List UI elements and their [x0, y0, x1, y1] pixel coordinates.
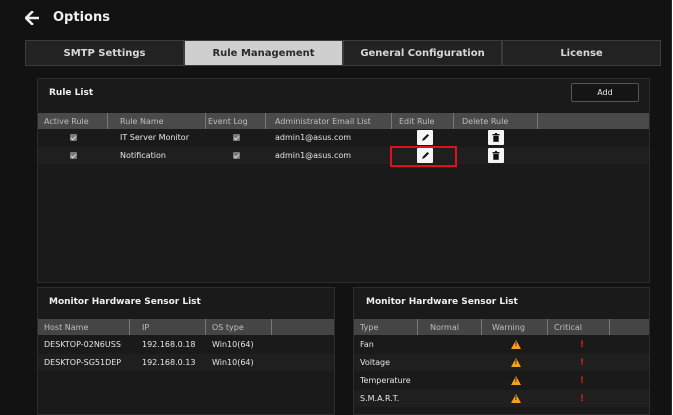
sensor-type: Fan	[360, 340, 374, 349]
active-rule-checkbox[interactable]	[70, 134, 77, 141]
column-header: IP	[142, 319, 206, 335]
table-row[interactable]: DESKTOP-02N6USS 192.168.0.18 Win10(64)	[38, 336, 334, 353]
critical-icon: !	[580, 393, 585, 404]
email-list: admin1@asus.com	[275, 133, 352, 142]
column-header: Rule Name	[120, 113, 206, 129]
column-header: OS type	[212, 319, 272, 335]
tab-smtp-settings[interactable]: SMTP Settings	[25, 40, 184, 66]
hosts-panel: Monitor Hardware Sensor List Host Name I…	[37, 287, 335, 415]
active-rule-checkbox[interactable]	[70, 152, 77, 159]
delete-rule-button[interactable]	[488, 148, 504, 163]
column-header: Edit Rule	[399, 113, 454, 129]
sensor-panel: Monitor Hardware Sensor List Type Normal…	[353, 287, 650, 415]
rule-list-title: Rule List	[49, 88, 94, 98]
tab-rule-management[interactable]: Rule Management	[184, 40, 343, 66]
column-header: Delete Rule	[462, 113, 538, 129]
table-row[interactable]: Notification admin1@asus.com	[38, 147, 649, 164]
column-header: Administrator Email List	[275, 113, 392, 129]
tab-general-configuration[interactable]: General Configuration	[343, 40, 502, 66]
sensor-panel-title: Monitor Hardware Sensor List	[366, 297, 518, 307]
column-header: Event Log	[208, 113, 266, 129]
warning-icon	[511, 340, 521, 349]
column-header: Normal	[430, 319, 482, 335]
column-header: Critical	[554, 319, 610, 335]
arrow-left-icon[interactable]	[25, 11, 39, 25]
warning-icon	[511, 358, 521, 367]
table-row[interactable]: Fan !	[354, 336, 649, 353]
critical-icon: !	[580, 375, 585, 386]
host-name: DESKTOP-02N6USS	[44, 340, 121, 349]
host-os: Win10(64)	[212, 340, 254, 349]
host-ip: 192.168.0.18	[142, 340, 196, 349]
host-ip: 192.168.0.13	[142, 358, 196, 367]
edit-rule-highlight	[390, 146, 457, 167]
header: Options	[0, 0, 671, 38]
tab-bar: SMTP Settings Rule Management General Co…	[25, 40, 661, 66]
sensor-type: S.M.A.R.T.	[360, 394, 400, 403]
event-log-checkbox[interactable]	[233, 152, 240, 159]
hosts-panel-title: Monitor Hardware Sensor List	[49, 297, 201, 307]
warning-icon	[511, 394, 521, 403]
delete-rule-button[interactable]	[488, 130, 504, 145]
column-header: Active Rule	[44, 113, 108, 129]
page-title: Options	[53, 10, 110, 25]
event-log-checkbox[interactable]	[233, 134, 240, 141]
sensor-type: Voltage	[360, 358, 391, 367]
critical-icon: !	[580, 339, 585, 350]
host-os: Win10(64)	[212, 358, 254, 367]
rule-table-header: Active Rule Rule Name Event Log Administ…	[38, 113, 649, 129]
table-row[interactable]: IT Server Monitor admin1@asus.com	[38, 129, 649, 146]
rule-name: Notification	[120, 151, 166, 160]
warning-icon	[511, 376, 521, 385]
column-header: Type	[360, 319, 418, 335]
table-row[interactable]: DESKTOP-SG51DEP 192.168.0.13 Win10(64)	[38, 354, 334, 371]
edit-rule-button[interactable]	[417, 130, 433, 145]
rule-name: IT Server Monitor	[120, 133, 189, 142]
column-header: Host Name	[44, 319, 130, 335]
trash-icon	[492, 133, 500, 142]
sensor-type: Temperature	[360, 376, 411, 385]
critical-icon: !	[580, 357, 585, 368]
tab-license[interactable]: License	[502, 40, 661, 66]
hosts-table-header: Host Name IP OS type	[38, 319, 334, 335]
column-header: Warning	[492, 319, 548, 335]
rule-list-panel: Rule List Add Active Rule Rule Name Even…	[37, 78, 650, 283]
add-rule-button[interactable]: Add	[571, 83, 639, 102]
host-name: DESKTOP-SG51DEP	[44, 358, 122, 367]
trash-icon	[492, 151, 500, 160]
pencil-icon	[421, 134, 429, 141]
table-row[interactable]: Voltage !	[354, 354, 649, 371]
table-row[interactable]: Temperature !	[354, 372, 649, 389]
email-list: admin1@asus.com	[275, 151, 352, 160]
table-row[interactable]: S.M.A.R.T. !	[354, 390, 649, 407]
sensor-table-header: Type Normal Warning Critical	[354, 319, 649, 335]
options-window: Options SMTP Settings Rule Management Ge…	[0, 0, 672, 415]
